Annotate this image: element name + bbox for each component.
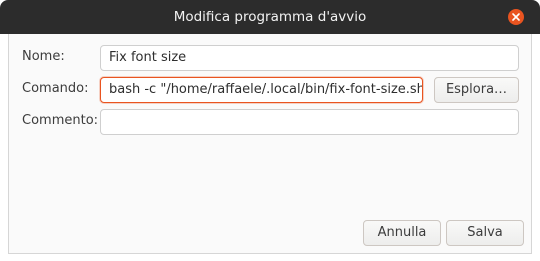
window-title: Modifica programma d'avvio (173, 9, 367, 25)
comment-label: Commento: (22, 113, 99, 128)
save-button[interactable]: Salva (446, 220, 524, 246)
cancel-button[interactable]: Annulla (363, 220, 441, 246)
close-button[interactable] (508, 9, 524, 25)
command-field[interactable]: bash -c "/home/raffaele/.local/bin/fix-f… (100, 77, 423, 103)
comment-field[interactable] (100, 109, 519, 135)
startup-program-dialog: Modifica programma d'avvio Nome: Fix fon… (0, 0, 540, 261)
browse-button[interactable]: Esplora… (434, 77, 519, 103)
dialog-content: Nome: Fix font size Comando: bash -c "/h… (8, 34, 532, 254)
close-icon (512, 13, 520, 21)
titlebar: Modifica programma d'avvio (0, 0, 540, 34)
name-label: Nome: (22, 49, 65, 64)
command-label: Comando: (22, 81, 89, 96)
name-field[interactable]: Fix font size (100, 45, 519, 71)
